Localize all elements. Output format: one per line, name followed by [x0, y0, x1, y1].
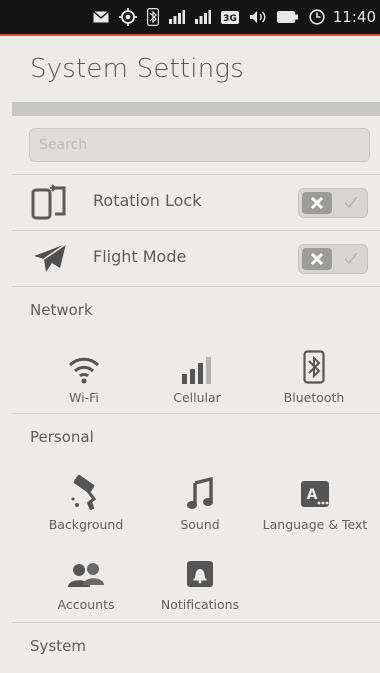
- cellular-icon: [137, 348, 257, 384]
- checkmark-icon: [343, 194, 359, 214]
- switch-off-icon: [302, 192, 332, 214]
- language-text-item[interactable]: A Language & Text: [255, 475, 375, 532]
- rotation-lock-label: Rotation Lock: [93, 191, 202, 210]
- svg-text:3G: 3G: [223, 14, 237, 24]
- accounts-item[interactable]: Accounts: [26, 555, 146, 612]
- clock-icon: [309, 7, 325, 27]
- section-title: System: [30, 637, 86, 655]
- bluetooth-label: Bluetooth: [283, 390, 345, 405]
- volume-icon: [249, 7, 267, 27]
- system-section-header: System: [12, 622, 380, 671]
- location-icon: [118, 7, 137, 27]
- battery-icon: [276, 7, 299, 27]
- background-label: Background: [48, 517, 124, 532]
- status-bar[interactable]: 3G 11:40: [0, 0, 380, 36]
- rotation-lock-icon: [30, 184, 70, 220]
- sound-label: Sound: [180, 517, 220, 532]
- status-time: 11:40: [332, 8, 376, 26]
- section-title: Personal: [30, 428, 94, 446]
- music-note-icon: [140, 475, 260, 511]
- svg-text:A: A: [307, 487, 318, 503]
- accounts-icon: [26, 555, 146, 591]
- section-title: Network: [30, 301, 93, 319]
- paint-roller-icon: [26, 475, 146, 511]
- flight-mode-label: Flight Mode: [93, 247, 187, 266]
- notification-bell-icon: [140, 555, 260, 591]
- airplane-icon: [30, 240, 70, 276]
- checkmark-icon: [343, 250, 359, 270]
- accounts-label: Accounts: [57, 597, 115, 612]
- wifi-icon: [24, 348, 144, 384]
- signal-icon: [168, 7, 185, 27]
- header-divider: [12, 102, 380, 116]
- bluetooth-item[interactable]: Bluetooth: [254, 348, 374, 405]
- flight-mode-switch[interactable]: [298, 244, 368, 274]
- cellular-label: Cellular: [173, 390, 221, 405]
- flight-mode-row[interactable]: Flight Mode: [12, 230, 380, 286]
- rotation-lock-switch[interactable]: [298, 188, 368, 218]
- page-title: System Settings: [30, 54, 244, 84]
- personal-section-header: Personal: [12, 413, 380, 462]
- cellular-item[interactable]: Cellular: [137, 348, 257, 405]
- keyboard-icon: A: [255, 475, 375, 511]
- background-item[interactable]: Background: [26, 475, 146, 532]
- bluetooth-icon: [146, 7, 159, 27]
- sound-item[interactable]: Sound: [140, 475, 260, 532]
- wifi-item[interactable]: Wi-Fi: [24, 348, 144, 405]
- switch-off-icon: [302, 248, 332, 270]
- search-input[interactable]: Search: [29, 128, 370, 162]
- notifications-item[interactable]: Notifications: [140, 555, 260, 612]
- bluetooth-icon: [254, 348, 374, 384]
- mail-icon: [92, 7, 109, 27]
- language-text-label: Language & Text: [262, 517, 368, 532]
- page-header: System Settings: [0, 38, 380, 102]
- 3g-icon: 3G: [220, 7, 239, 27]
- network-section-header: Network: [12, 286, 380, 335]
- rotation-lock-row[interactable]: Rotation Lock: [12, 174, 380, 230]
- signal-icon: [194, 7, 211, 27]
- wifi-label: Wi-Fi: [69, 390, 99, 405]
- notifications-label: Notifications: [160, 597, 240, 612]
